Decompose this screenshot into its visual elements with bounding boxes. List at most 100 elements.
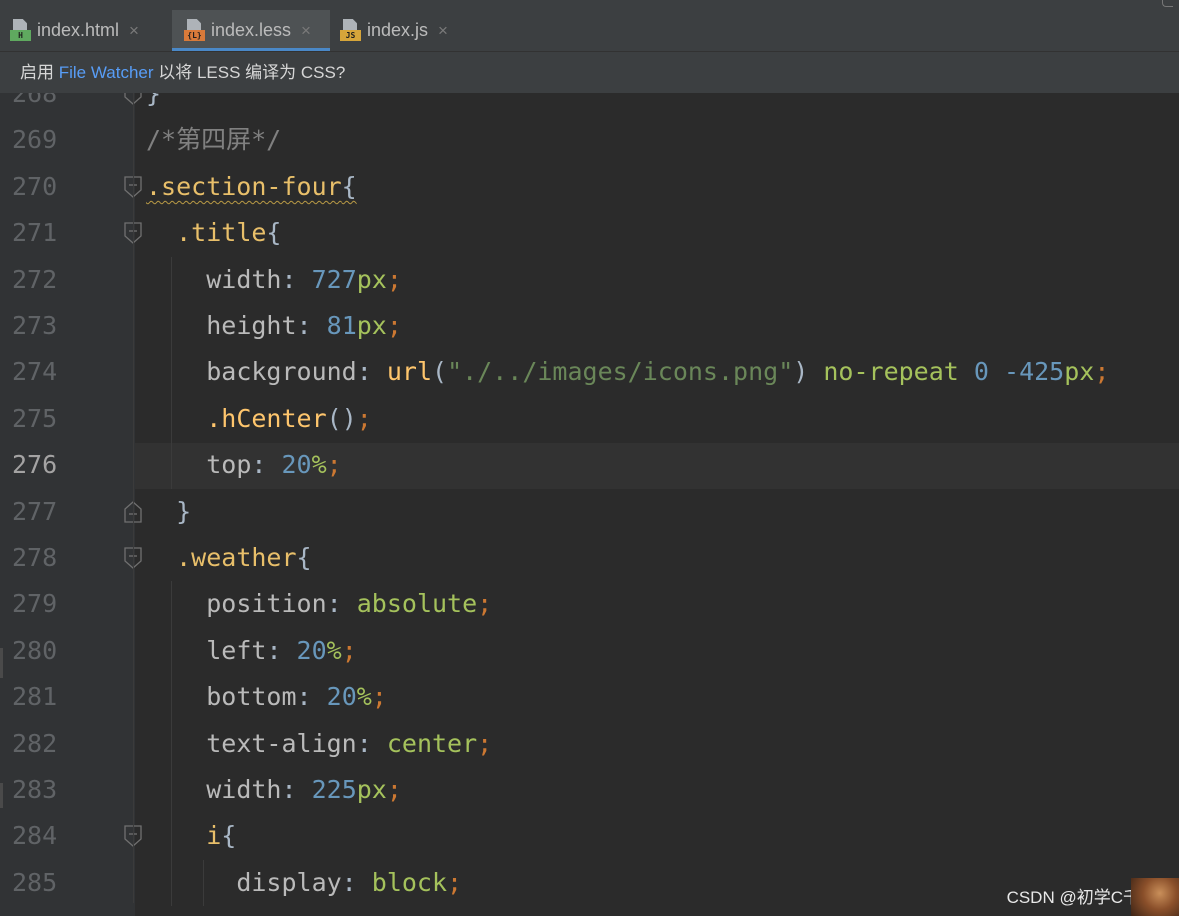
indent-guide — [171, 581, 172, 907]
code-token: % — [356, 682, 372, 712]
code-token: 20 — [326, 682, 357, 712]
code-token: ; — [1094, 357, 1110, 387]
code-line[interactable]: 269 /*第四屏*/ — [0, 117, 1179, 163]
code-token: i — [206, 821, 222, 851]
code-text: height: 81px; — [146, 303, 402, 349]
html-file-icon: H — [10, 19, 31, 42]
line-number: 283 — [12, 775, 58, 804]
tab-index-js[interactable]: JS index.js × — [340, 10, 470, 51]
code-token: left — [206, 635, 267, 665]
code-token: url — [386, 357, 432, 387]
code-token: : — [341, 867, 372, 897]
line-number: 285 — [12, 867, 58, 897]
editor-tab-bar: H index.html × {L} index.less × JS index… — [0, 0, 1179, 52]
code-text: left: 20%; — [146, 628, 357, 674]
code-text: .weather{ — [146, 535, 311, 581]
code-text: position: absolute; — [146, 581, 492, 627]
line-number: 278 — [12, 543, 58, 572]
code-line[interactable]: 278 .weather{ — [0, 535, 1179, 581]
code-token: 81 — [326, 311, 357, 340]
code-text: display: block; — [146, 860, 462, 906]
code-token: ; — [386, 264, 402, 294]
code-line[interactable]: 275 .hCenter(); — [0, 396, 1179, 442]
line-number: 274 — [12, 357, 58, 387]
code-line[interactable]: 274 background: url("./../images/icons.p… — [0, 349, 1179, 395]
code-token: 727 — [311, 264, 357, 294]
code-token: } — [176, 496, 192, 526]
code-token: px — [356, 264, 387, 294]
tab-index-less[interactable]: {L} index.less × — [172, 10, 330, 51]
line-number: 276 — [12, 450, 58, 480]
indent-guide — [203, 859, 204, 907]
code-line[interactable]: 285 display: block; — [0, 860, 1179, 906]
code-token: background — [206, 357, 357, 387]
code-line[interactable]: 271 .title{ — [0, 210, 1179, 256]
code-line[interactable]: 276 top: 20%; — [0, 442, 1179, 488]
code-token: : — [296, 311, 327, 340]
file-watcher-notification: 启用 File Watcher 以将 LESS 编译为 CSS? — [0, 52, 1179, 94]
code-token: ; — [356, 403, 372, 433]
close-tab-icon[interactable]: × — [129, 21, 139, 41]
file-watcher-link[interactable]: File Watcher — [59, 63, 154, 82]
code-line[interactable]: 273 height: 81px; — [0, 303, 1179, 349]
code-line[interactable]: 282 text-align: center; — [0, 721, 1179, 767]
code-text: .section-four{ — [146, 164, 357, 210]
code-token: block — [371, 867, 448, 897]
code-token: : — [251, 450, 282, 480]
code-token: center — [386, 728, 478, 758]
window-corner-icon — [1162, 0, 1173, 7]
code-line[interactable]: 283 width: 225px; — [0, 767, 1179, 813]
code-token: 20 — [296, 635, 327, 665]
code-text: /*第四屏*/ — [146, 117, 281, 163]
code-text: width: 727px; — [146, 257, 402, 303]
code-token: : — [356, 728, 387, 758]
code-text: .title{ — [146, 210, 281, 256]
code-text: top: 20%; — [146, 442, 342, 488]
line-number: 279 — [12, 589, 58, 619]
tab-label: index.less — [211, 20, 292, 40]
code-token: () — [326, 403, 357, 433]
code-line[interactable]: 281 bottom: 20%; — [0, 674, 1179, 720]
code-token: ( — [432, 357, 448, 387]
line-number: 272 — [12, 264, 58, 294]
code-token: ; — [386, 775, 402, 804]
line-number: 284 — [12, 821, 58, 851]
code-token: : — [266, 635, 297, 665]
code-token: 20 — [281, 450, 312, 480]
code-token: ; — [341, 635, 357, 665]
close-tab-icon[interactable]: × — [438, 21, 448, 41]
js-file-icon: JS — [340, 19, 361, 42]
notice-suffix: 以将 LESS 编译为 CSS? — [153, 63, 346, 82]
code-line[interactable]: 268} — [0, 93, 1179, 117]
code-text: width: 225px; — [146, 767, 402, 813]
code-token: : — [281, 775, 312, 804]
code-line[interactable]: 272 width: 727px; — [0, 257, 1179, 303]
line-number: 277 — [12, 496, 58, 526]
close-tab-icon[interactable]: × — [301, 21, 311, 41]
code-token: : — [356, 357, 387, 387]
code-line[interactable]: 270 .section-four{ — [0, 164, 1179, 210]
code-line[interactable]: 280 left: 20%; — [0, 628, 1179, 674]
code-line[interactable]: 284 i{ — [0, 813, 1179, 859]
code-line[interactable]: 277 } — [0, 489, 1179, 535]
line-number: 273 — [12, 311, 58, 340]
code-line[interactable]: 279 position: absolute; — [0, 581, 1179, 627]
code-token: } — [146, 93, 162, 108]
code-token: no-repeat — [823, 357, 959, 387]
code-text: } — [146, 93, 161, 117]
code-token: .title — [176, 218, 267, 248]
code-token: .section-four — [146, 171, 342, 201]
code-editor[interactable]: 268} 269/*第四屏*/270 .section-four{271 .titl… — [0, 93, 1179, 916]
tab-index-html[interactable]: H index.html × — [10, 10, 170, 51]
